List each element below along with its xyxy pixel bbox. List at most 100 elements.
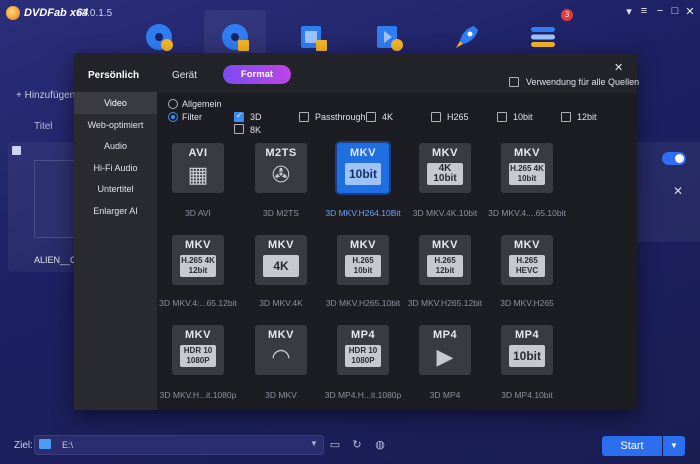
file-select-checkbox[interactable] bbox=[12, 146, 21, 155]
filter-12bit-checkbox[interactable] bbox=[561, 112, 571, 122]
format-tile-3d-mkv-h265-10bit[interactable]: MKV H.265 10bit bbox=[337, 235, 389, 285]
personal-profiles-tab[interactable]: Persönlich bbox=[88, 70, 139, 81]
tile-spec-box: H.265 10bit bbox=[345, 255, 381, 277]
filter-10bit-checkbox[interactable] bbox=[497, 112, 507, 122]
tile-format-label: MKV bbox=[350, 239, 376, 251]
tile-spec-box: 10bit bbox=[509, 345, 545, 367]
apply-all-checkbox[interactable] bbox=[509, 77, 519, 87]
tile-format-label: M2TS bbox=[265, 147, 297, 159]
filter-h265-label: H265 bbox=[447, 112, 469, 122]
filter-12bit-label: 12bit bbox=[577, 112, 597, 122]
disc-copy-icon bbox=[146, 24, 173, 51]
sidebar-item-video[interactable]: Video bbox=[74, 92, 157, 114]
format-tile-3d-mkv-4k-h265-12bit[interactable]: MKV H.265 4K 12bit bbox=[172, 235, 224, 285]
start-button[interactable]: Start bbox=[602, 436, 662, 456]
tile-format-label: MKV bbox=[350, 147, 376, 159]
tile-caption: 3D MKV.H265 bbox=[500, 298, 554, 308]
filter-8k-checkbox[interactable] bbox=[234, 124, 244, 134]
format-tile-3d-avi[interactable]: AVI ▦ bbox=[172, 143, 224, 193]
column-title-header: Titel bbox=[34, 121, 53, 132]
tile-format-label: MKV bbox=[268, 329, 294, 341]
tab-format[interactable]: Format bbox=[223, 65, 291, 84]
format-tile-3d-mkv-hdr10-1080p[interactable]: MKV HDR 10 1080P bbox=[172, 325, 224, 375]
format-tile-3d-mkv[interactable]: MKV ◠ bbox=[255, 325, 307, 375]
filter-passthrough-label: Passthrough bbox=[315, 112, 366, 122]
format-tile-3d-mkv-4k-10bit[interactable]: MKV 4K 10bit bbox=[419, 143, 471, 193]
radio-general-label: Allgemein bbox=[182, 99, 222, 109]
format-tile-3d-mp4-hdr10-1080p[interactable]: MP4 HDR 10 1080P bbox=[337, 325, 389, 375]
format-tile-3d-m2ts[interactable]: M2TS ✇ bbox=[255, 143, 307, 193]
format-tile-3d-mkv-h264-10bit[interactable]: MKV 10bit bbox=[337, 143, 389, 193]
app-version: 12.0.1.5 bbox=[76, 8, 113, 19]
destination-label: Ziel: bbox=[14, 440, 33, 451]
radio-filter-label: Filter bbox=[182, 112, 202, 122]
apply-all-label: Verwendung für alle Quellen bbox=[526, 77, 640, 87]
tile-format-label: MKV bbox=[514, 147, 540, 159]
film-creator-icon bbox=[377, 26, 403, 51]
pin-icon[interactable]: ▾ bbox=[622, 5, 636, 18]
destination-value: E:\ bbox=[62, 440, 74, 450]
refresh-icon[interactable]: ↻ bbox=[350, 438, 364, 452]
tile-format-label: MKV bbox=[432, 239, 458, 251]
dialog-header bbox=[74, 53, 637, 93]
sidebar-item-web-optimized[interactable]: Web-optimiert bbox=[74, 114, 157, 136]
tile-spec-box: HDR 10 1080P bbox=[180, 345, 216, 367]
menu-icon[interactable]: ≡ bbox=[637, 5, 651, 17]
start-options-dropdown[interactable]: ▼ bbox=[663, 436, 685, 456]
film-reel-icon: ✇ bbox=[271, 162, 291, 187]
tile-spec-box: 4K bbox=[263, 255, 299, 277]
radio-general[interactable] bbox=[168, 99, 178, 109]
filter-10bit-label: 10bit bbox=[513, 112, 533, 122]
filter-h265-checkbox[interactable] bbox=[431, 112, 441, 122]
browse-folder-icon[interactable]: ▭ bbox=[328, 438, 342, 452]
tile-format-label: MP4 bbox=[350, 329, 376, 341]
tile-format-label: MKV bbox=[268, 239, 294, 251]
filter-passthrough-checkbox[interactable] bbox=[299, 112, 309, 122]
tile-spec-box: H.265 4K 12bit bbox=[180, 255, 216, 277]
filter-4k-label: 4K bbox=[382, 112, 394, 122]
tile-spec-box: 4K 10bit bbox=[427, 163, 463, 185]
format-tile-3d-mkv-4k[interactable]: MKV 4K bbox=[255, 235, 307, 285]
sidebar-item-subtitles[interactable]: Untertitel bbox=[74, 178, 157, 200]
destination-field[interactable] bbox=[34, 435, 324, 455]
radio-filter[interactable] bbox=[168, 112, 178, 122]
headphones-3d-icon: ◠ bbox=[271, 344, 291, 369]
add-source-button[interactable]: + Hinzufügen bbox=[16, 90, 75, 101]
format-tile-3d-mp4-10bit[interactable]: MP4 10bit bbox=[501, 325, 553, 375]
globe-icon[interactable]: ◍ bbox=[373, 438, 387, 452]
file-name: ALIEN__C bbox=[34, 255, 77, 265]
app-logo-icon bbox=[6, 6, 20, 20]
sidebar-item-hifi-audio[interactable]: Hi-Fi Audio bbox=[74, 157, 157, 179]
sidebar-item-audio[interactable]: Audio bbox=[74, 135, 157, 157]
disc-ripper-icon bbox=[222, 24, 249, 51]
film-strip-icon: ▦ bbox=[187, 162, 209, 187]
tile-caption: 3D MKV.4....65.10bit bbox=[488, 208, 566, 218]
tile-caption: 3D MP4.10bit bbox=[501, 390, 553, 400]
rocket-icon bbox=[456, 26, 478, 48]
filter-4k-checkbox[interactable] bbox=[366, 112, 376, 122]
film-converter-icon bbox=[301, 26, 327, 51]
dialog-close-button[interactable]: ✕ bbox=[614, 61, 623, 74]
tile-spec-box: H.265 12bit bbox=[427, 255, 463, 277]
tile-spec-box: H.265 HEVC bbox=[509, 255, 545, 277]
filter-8k-label: 8K bbox=[250, 125, 262, 135]
minimize-button[interactable]: − bbox=[653, 5, 667, 17]
tile-format-label: AVI bbox=[188, 147, 208, 159]
remove-file-button[interactable]: ✕ bbox=[673, 184, 683, 198]
format-tile-3d-mp4[interactable]: MP4 ▶ bbox=[419, 325, 471, 375]
format-tile-3d-mkv-h265[interactable]: MKV H.265 HEVC bbox=[501, 235, 553, 285]
tile-format-label: MKV bbox=[432, 147, 458, 159]
enable-toggle[interactable] bbox=[662, 152, 686, 165]
chevron-down-icon[interactable]: ▼ bbox=[310, 439, 318, 448]
filter-3d-label: 3D bbox=[250, 112, 262, 122]
maximize-button[interactable]: □ bbox=[668, 5, 682, 17]
format-tile-3d-mkv-h265-12bit[interactable]: MKV H.265 12bit bbox=[419, 235, 471, 285]
tile-format-label: MP4 bbox=[432, 329, 458, 341]
tile-format-label: MKV bbox=[185, 329, 211, 341]
format-tile-3d-mkv-4k-h265-10bit[interactable]: MKV H.265 4K 10bit bbox=[501, 143, 553, 193]
title-bar: DVDFab x64 12.0.1.5 3 ▾ ≡ − □ ✕ bbox=[0, 0, 700, 30]
tab-device[interactable]: Gerät bbox=[172, 70, 197, 81]
close-button[interactable]: ✕ bbox=[683, 5, 697, 18]
play-film-icon: ▶ bbox=[436, 344, 454, 369]
filter-3d-checkbox[interactable] bbox=[234, 111, 244, 122]
